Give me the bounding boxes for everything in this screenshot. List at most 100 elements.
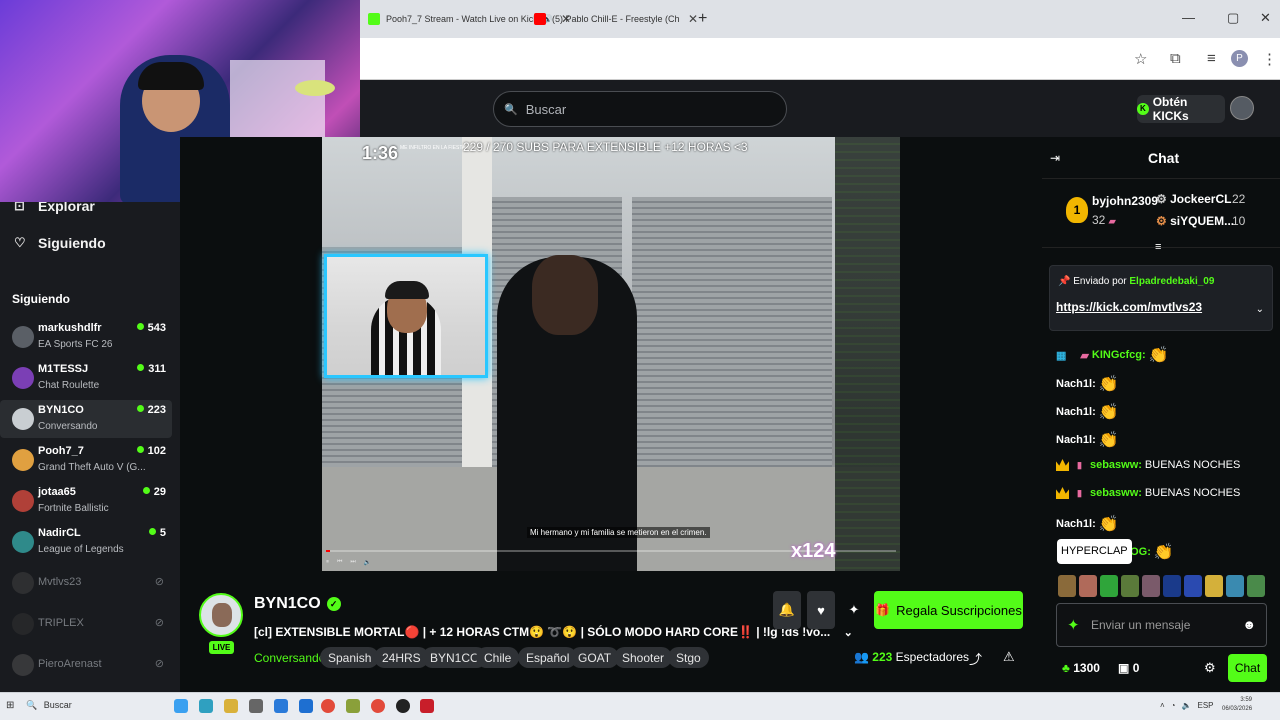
taskbar-app-icon[interactable]	[174, 699, 188, 713]
taskbar-clock[interactable]: 3:59 06/03/2026	[1222, 696, 1252, 714]
pinned-link[interactable]: https://kick.com/mvtlvs23	[1056, 300, 1202, 314]
sidebar-channel-mvtlvs23[interactable]: Mvtlvs23 ⊘	[0, 564, 172, 602]
offline-icon: ⊘	[154, 576, 164, 588]
bookmark-star-icon[interactable]: ☆	[1134, 50, 1147, 68]
chat-username[interactable]: Nach1l:	[1056, 518, 1096, 530]
taskbar-app-icon[interactable]	[299, 699, 313, 713]
notifications-button[interactable]: 🔔	[773, 591, 801, 629]
chevron-up-icon[interactable]: ˄	[1160, 701, 1165, 710]
sidebar-channel-m1tessj[interactable]: M1TESSJ Chat Roulette 311	[0, 359, 172, 397]
wifi-icon[interactable]: ◔	[1171, 701, 1176, 710]
maximize-window-icon[interactable]: ▢	[1227, 10, 1239, 26]
leaderboard-entry[interactable]: ⚙ siYQUEM...	[1156, 214, 1234, 228]
share-icon[interactable]: ⤴	[969, 649, 982, 668]
emoji-picker-icon[interactable]: ☻	[1242, 617, 1256, 632]
stream-category[interactable]: Conversando	[254, 651, 325, 665]
sidebar-channel-markushdlfr[interactable]: markushdlfr EA Sports FC 26 543	[0, 318, 172, 356]
emote-icon[interactable]	[1205, 575, 1223, 597]
expand-leaderboard-icon[interactable]: ≡	[1155, 241, 1161, 253]
browser-tab-youtube[interactable]: (5) Pablo Chill-E - Freestyle (Chilean R…	[534, 6, 698, 32]
gift-subscriptions-button[interactable]: 🎁 Regala Suscripciones	[874, 591, 1023, 629]
chat-input[interactable]: ✦ Enviar un mensaje ☻	[1056, 603, 1267, 647]
search-input[interactable]: 🔍 Buscar	[493, 91, 787, 127]
stream-title: [cl] EXTENSIBLE MORTAL🔴 | + 12 HORAS CTM…	[254, 625, 831, 639]
stream-title-row[interactable]: [cl] EXTENSIBLE MORTAL🔴 | + 12 HORAS CTM…	[254, 625, 853, 639]
follow-button[interactable]: ♥	[807, 591, 835, 629]
collapse-chat-icon[interactable]: ⇥	[1050, 151, 1060, 165]
get-kicks-button[interactable]: K Obtén KICKs	[1137, 95, 1225, 123]
gift-count[interactable]: ▣ 0	[1118, 661, 1139, 675]
stream-tag[interactable]: Shooter	[614, 647, 673, 668]
chat-username[interactable]: Nach1l:	[1056, 434, 1096, 446]
leaderboard-entry[interactable]: ⚙ JockeerCL	[1156, 192, 1231, 206]
sidebar-nav-following[interactable]: ♡ Siguiendo	[14, 235, 106, 251]
stream-tag[interactable]: Spanish	[320, 647, 380, 668]
chat-title: Chat	[1148, 150, 1180, 166]
sidebar-channel-jotaa65[interactable]: jotaa65 Fortnite Ballistic 29	[0, 482, 172, 520]
emote-icon[interactable]	[1163, 575, 1181, 597]
taskbar-app-icon[interactable]	[274, 699, 288, 713]
chevron-down-icon[interactable]: ⌄	[1256, 304, 1264, 315]
pinned-message[interactable]: 📌 Enviado por Elpadredebaki_09 https://k…	[1049, 265, 1273, 331]
chat-username[interactable]: KINGcfcg:	[1092, 349, 1146, 361]
extensions-icon[interactable]: ⧉	[1170, 50, 1181, 67]
taskbar-app-icon[interactable]	[420, 699, 434, 713]
speaker-icon[interactable]: 🔈	[1182, 701, 1192, 710]
sidebar-channel-pooh7_7[interactable]: Pooh7_7 Grand Theft Auto V (G... 102	[0, 441, 172, 479]
emote-icon[interactable]	[1058, 575, 1076, 597]
boost-button[interactable]: ✦	[840, 591, 868, 629]
taskbar-app-icon[interactable]	[224, 699, 238, 713]
emote-icon[interactable]	[1247, 575, 1265, 597]
emote-icon[interactable]	[1226, 575, 1244, 597]
browser-profile-avatar[interactable]: P	[1231, 50, 1248, 67]
new-tab-button[interactable]: +	[698, 10, 707, 28]
media-controls-icon[interactable]: ≡	[1207, 50, 1216, 67]
taskbar-app-icon[interactable]	[249, 699, 263, 713]
stream-tag[interactable]: GOAT	[570, 647, 620, 668]
stream-tag[interactable]: Chile	[476, 647, 520, 668]
streamer-avatar[interactable]	[199, 593, 243, 637]
emote-icon[interactable]	[1079, 575, 1097, 597]
emote-icon[interactable]	[1184, 575, 1202, 597]
video-overlay-small: ME INFILTRO EN LA FIESTA	[400, 145, 466, 151]
chat-username[interactable]: Nach1l:	[1056, 378, 1096, 390]
sidebar-channel-byn1co[interactable]: BYN1CO Conversando 223	[0, 400, 172, 438]
viewer-count: 543	[137, 322, 166, 334]
chat-username[interactable]: Nach1l:	[1056, 406, 1096, 418]
sidebar-channel-nadircl[interactable]: NadirCL League of Legends 5	[0, 523, 172, 561]
minimize-window-icon[interactable]: —	[1182, 10, 1195, 25]
chat-username[interactable]: sebasww:	[1090, 459, 1142, 471]
close-window-icon[interactable]: ✕	[1260, 10, 1271, 26]
taskbar-app-icon[interactable]	[199, 699, 213, 713]
emote-icon[interactable]	[1142, 575, 1160, 597]
os-taskbar	[0, 692, 1280, 720]
chat-text: BUENAS NOCHES	[1144, 487, 1241, 499]
channel-points[interactable]: ♣ 1300	[1062, 661, 1100, 675]
emote-icon[interactable]	[1100, 575, 1118, 597]
stream-tag[interactable]: Stgo	[668, 647, 709, 668]
sparkle-icon[interactable]: ✦	[1067, 616, 1080, 634]
chrome-icon[interactable]	[321, 699, 335, 713]
sidebar-channel-triplex[interactable]: TRIPLEX ⊘	[0, 605, 172, 643]
chat-send-button[interactable]: Chat	[1228, 654, 1267, 682]
taskbar-app-icon[interactable]	[346, 699, 360, 713]
stream-tag[interactable]: Español	[518, 647, 578, 668]
browser-menu-icon[interactable]: ⋮	[1262, 50, 1277, 68]
channel-name: TRIPLEX	[38, 617, 84, 629]
taskbar-app-icon[interactable]	[396, 699, 410, 713]
chat-settings-icon[interactable]: ⚙	[1204, 660, 1216, 676]
streamer-name-row[interactable]: BYN1CO ✓	[254, 595, 341, 613]
leaderboard-entry[interactable]: byjohn2309	[1092, 194, 1158, 208]
sidebar-channel-pieroarenast[interactable]: PieroArenast ⊘	[0, 646, 172, 684]
chrome-icon[interactable]	[371, 699, 385, 713]
windows-start-icon[interactable]: ⊞	[6, 700, 14, 711]
emote-icon[interactable]	[1121, 575, 1139, 597]
close-tab-icon[interactable]: ✕	[688, 12, 698, 26]
report-icon[interactable]: ⚠	[1003, 649, 1015, 665]
taskbar-search[interactable]: 🔍 Buscar	[26, 700, 72, 711]
volume-icon: 🔈	[363, 559, 372, 566]
user-avatar[interactable]	[1230, 96, 1254, 120]
language-indicator[interactable]: ESP	[1197, 701, 1213, 710]
chat-username[interactable]: sebasww:	[1090, 487, 1142, 499]
stream-tag[interactable]: 24HRS	[374, 647, 429, 668]
